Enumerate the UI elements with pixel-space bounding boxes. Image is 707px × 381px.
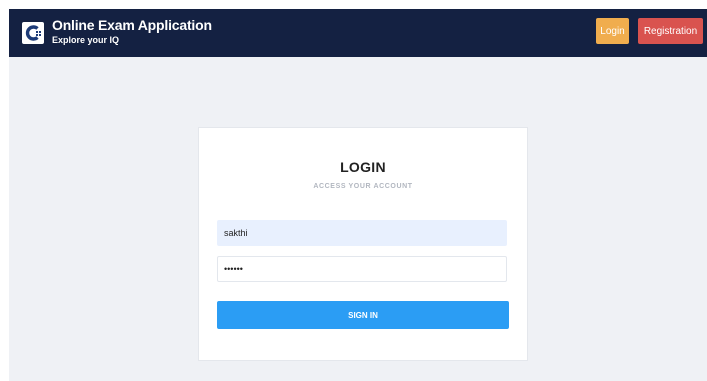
registration-nav-button[interactable]: Registration bbox=[638, 18, 703, 44]
sign-in-button[interactable]: SIGN IN bbox=[217, 301, 509, 329]
app-subtitle: Explore your IQ bbox=[52, 35, 120, 45]
app-window: Online Exam Application Explore your IQ … bbox=[0, 0, 707, 381]
c-logo-icon[interactable] bbox=[22, 22, 44, 44]
top-navbar: Online Exam Application Explore your IQ … bbox=[9, 9, 707, 57]
brand[interactable]: Online Exam Application Explore your IQ bbox=[52, 18, 212, 46]
login-subtitle: ACCESS YOUR ACCOUNT bbox=[313, 183, 413, 190]
page-content: LOGIN ACCESS YOUR ACCOUNT SIGN IN bbox=[9, 57, 707, 381]
login-title: LOGIN bbox=[340, 159, 386, 175]
login-nav-button[interactable]: Login bbox=[596, 18, 629, 44]
username-input[interactable] bbox=[217, 220, 507, 246]
password-input[interactable] bbox=[217, 256, 507, 282]
login-card: LOGIN ACCESS YOUR ACCOUNT SIGN IN bbox=[198, 127, 528, 361]
app-title: Online Exam Application bbox=[52, 17, 212, 33]
